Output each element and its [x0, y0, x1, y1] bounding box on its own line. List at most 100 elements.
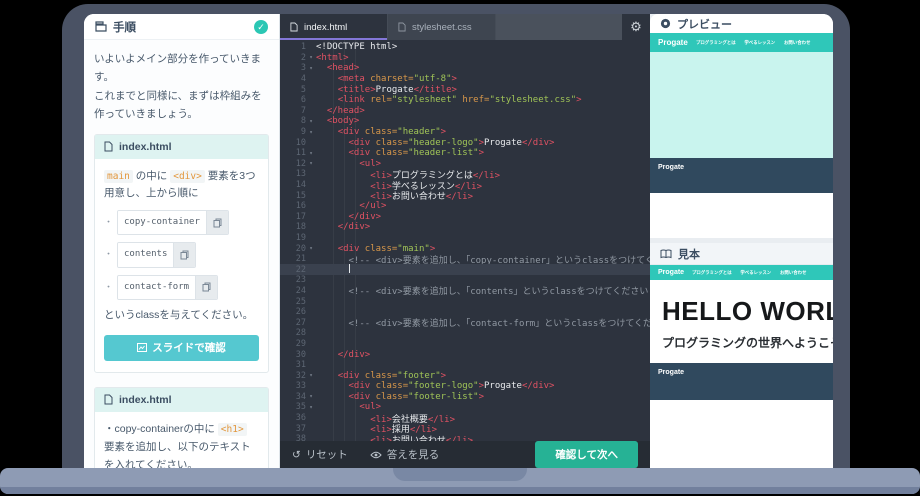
code-line: 34 ▾ <div class="footer-list"> [280, 392, 650, 403]
line-number: 21 [295, 254, 306, 265]
preview-page-below [650, 193, 833, 238]
step-complete-check-icon: ✓ [254, 19, 268, 34]
code-line: 33 <div class="footer-logo">Progate</div… [280, 381, 650, 392]
sample-panel-header: 見本 [650, 243, 833, 265]
reset-icon: ↺ [292, 448, 301, 461]
bullet: ・ [104, 281, 114, 292]
line-number: 13 [295, 169, 306, 180]
tab-index.html[interactable]: index.html [280, 14, 388, 40]
line-number: 22 [295, 264, 306, 275]
show-answer-button[interactable]: 答えを見る [370, 447, 439, 462]
editor-settings-gear-icon[interactable]: ⚙ [622, 14, 650, 40]
line-number: 12 [295, 158, 306, 169]
line-number: 5 [300, 84, 306, 95]
code-editing-area[interactable]: 1 <!DOCTYPE html> 2 ▾ <html> 3 ▾ <head> 4 <meta… [280, 40, 650, 441]
steps-icon [95, 21, 107, 32]
check-slide-button[interactable]: スライドで確認 [104, 334, 259, 361]
laptop-screen-bezel: 手順 ✓ いよいよメイン部分を作っていきます。 これまでと同様に、まずは枠組みを… [62, 4, 850, 482]
editor-tab-bar: index.html stylesheet.css ⚙ [280, 14, 650, 40]
steps-panel-title: 手順 [113, 21, 136, 34]
code-line: 22 [280, 264, 650, 276]
fold-arrow-icon: ▾ [309, 54, 313, 62]
tab-stylesheet.css[interactable]: stylesheet.css [388, 14, 496, 40]
line-number: 23 [295, 275, 306, 286]
line-number: 35 [295, 402, 306, 413]
fold-arrow-icon: ▾ [309, 64, 313, 72]
mini-nav-item: プログラミングとは [695, 40, 736, 45]
copy-button[interactable] [205, 211, 228, 235]
line-number: 27 [295, 317, 306, 328]
instruction-text: の中に [132, 169, 171, 182]
preview-page-header: Progate プログラミングとは 学べるレッスン お問い合わせ [650, 33, 833, 52]
class-name-item: ・ contact-form [104, 274, 259, 301]
bullet: ・ [104, 249, 114, 260]
line-number: 20 [295, 243, 306, 254]
value-field-group: contact-form [117, 274, 219, 301]
line-number: 14 [295, 180, 306, 191]
confirm-next-button[interactable]: 確認して次へ [535, 441, 638, 468]
reset-button[interactable]: ↺ リセット [292, 447, 348, 462]
line-number: 2 [300, 52, 306, 63]
line-number: 17 [295, 211, 306, 222]
code-line: 18 </div> [280, 222, 650, 233]
line-number: 30 [295, 349, 306, 360]
preview-panel: プレビュー Progate プログラミングとは 学べるレッスン お問い合わせ Pro… [650, 14, 833, 238]
instruction-card-filename: index.html [119, 393, 172, 406]
code-line: 11 ▾ <div class="header-list"> [280, 148, 650, 159]
code-line: 1 <!DOCTYPE html> [280, 42, 650, 53]
copy-button[interactable] [195, 275, 218, 300]
fold-arrow-icon: ▾ [309, 160, 313, 168]
line-number: 11 [295, 148, 306, 159]
inline-code-chip: <h1> [217, 422, 247, 436]
sample-book-icon [660, 249, 672, 259]
instruction-card: index.html ・copy-containerの中に <h1> 要素を追加し… [94, 386, 269, 468]
laptop-base-notch [393, 468, 527, 481]
preview-mini-page: Progate プログラミングとは 学べるレッスン お問い合わせ Progate [650, 33, 833, 238]
app-window: 手順 ✓ いよいよメイン部分を作っていきます。 これまでと同様に、まずは枠組みを… [84, 14, 833, 468]
code-line: 25 [280, 296, 650, 307]
line-number: 19 [295, 232, 306, 243]
code-line: 24 <!-- <div>要素を追加し、「contents」というclassをつ… [280, 286, 650, 298]
code-line: 32 ▾ <div class="footer"> [280, 370, 650, 381]
mini-nav-item: プログラミングとは [692, 270, 732, 275]
code-line: 5 <title>Progate</title> [280, 84, 650, 95]
code-editor: index.html stylesheet.css ⚙ 1 <!DOCTYPE ht… [280, 14, 650, 468]
value-field[interactable]: copy-container [118, 211, 206, 235]
line-number: 28 [295, 328, 306, 339]
sample-page-logo: Progate [658, 269, 685, 276]
sample-subheading: プログラミングの世界へようこそ [662, 336, 833, 350]
mini-nav-item: 学べるレッスン [744, 40, 775, 45]
copy-button[interactable] [173, 243, 196, 267]
steps-intro-line: これまでと同様に、まずは枠組みを作っていきましょう。 [94, 89, 262, 121]
code-line: 7 </head> [280, 106, 650, 117]
eye-icon [370, 451, 382, 459]
sample-heading: HELLO WORLD. [662, 296, 833, 326]
instruction-card-body: ・copy-containerの中に <h1> 要素を追加し、以下のテキストを入… [95, 412, 268, 468]
line-number: 32 [295, 370, 306, 381]
instruction-card-body: main の中に <div> 要素を3つ用意し、上から順に・ copy-conta… [95, 159, 268, 372]
line-number: 1 [300, 42, 306, 53]
line-number: 33 [295, 381, 306, 392]
line-number: 29 [295, 338, 306, 349]
preview-panel-header: プレビュー [650, 14, 833, 33]
line-number: 4 [300, 74, 306, 85]
code-line: 27 <!-- <div>要素を追加し、「contact-form」というcla… [280, 317, 650, 330]
line-number: 9 [300, 127, 306, 138]
sample-page-footer: Progate [650, 363, 833, 400]
file-icon [398, 22, 406, 32]
steps-panel-header: 手順 ✓ [84, 14, 279, 40]
sample-page-header: Progate プログラミングとは 学べるレッスン お問い合わせ [650, 265, 833, 280]
mini-nav-item: お問い合わせ [780, 270, 807, 275]
line-number: 16 [295, 201, 306, 212]
code-line: 10 <div class="header-logo">Progate</div… [280, 137, 650, 148]
line-number: 26 [295, 307, 306, 318]
line-number: 10 [295, 137, 306, 148]
line-number: 38 [295, 434, 306, 441]
sample-mini-page: Progate プログラミングとは 学べるレッスン お問い合わせ HELLO WOR… [650, 265, 833, 468]
value-field[interactable]: contact-form [118, 275, 196, 300]
code-line: 31 [280, 360, 650, 371]
value-field[interactable]: contents [118, 243, 174, 267]
line-number: 15 [295, 190, 306, 201]
sample-panel: 見本 Progate プログラミングとは 学べるレッスン お問い合わせ HELLO … [650, 243, 833, 468]
laptop-base-edge [0, 487, 920, 494]
